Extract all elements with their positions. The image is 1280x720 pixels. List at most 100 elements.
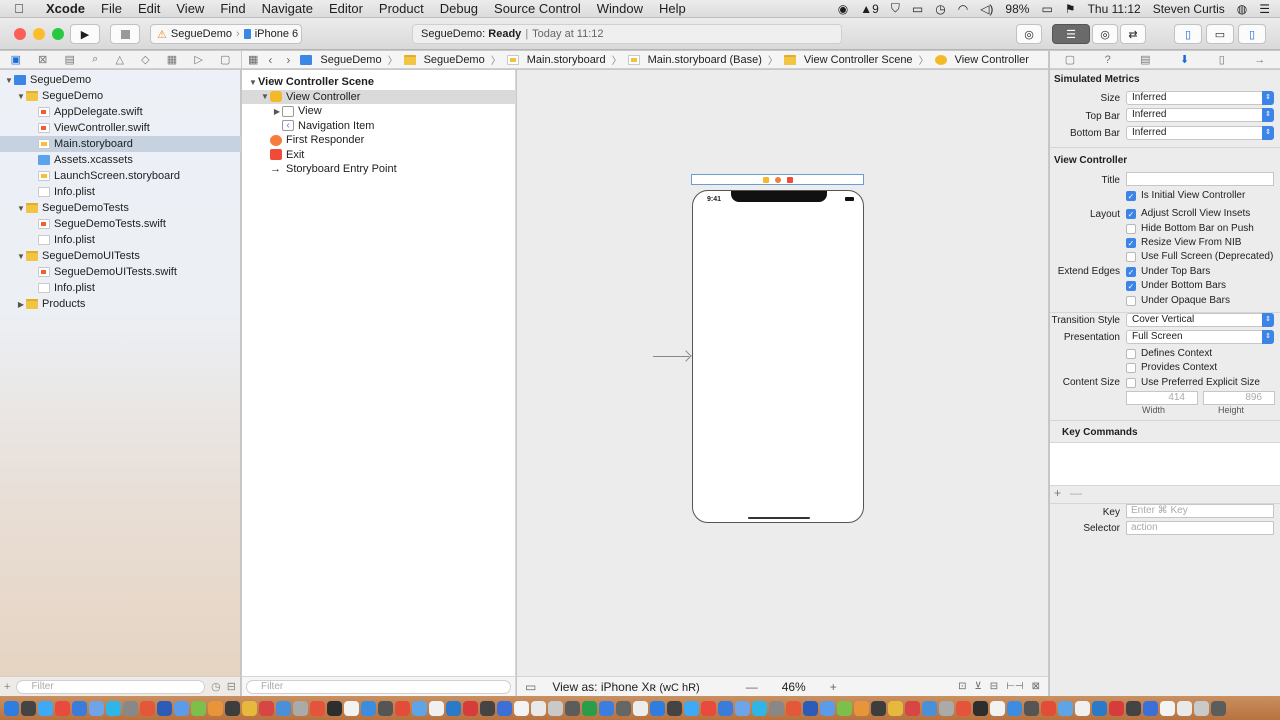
jump-item-group[interactable]: SegueDemo: [403, 54, 485, 66]
dock-app-icon[interactable]: [191, 700, 206, 716]
dock-app-icon[interactable]: [1143, 700, 1158, 716]
dock-app-icon[interactable]: [633, 700, 648, 716]
menu-app[interactable]: Xcode: [38, 1, 93, 16]
jump-item-project[interactable]: SegueDemo: [300, 54, 382, 66]
presentation-popup[interactable]: Full Screen ⇕: [1126, 330, 1274, 344]
navigator-row[interactable]: Info.plist: [0, 232, 241, 248]
dock-app-icon[interactable]: [293, 700, 308, 716]
navigator-row[interactable]: AppDelegate.swift: [0, 104, 241, 120]
menu-view[interactable]: View: [168, 1, 212, 16]
jump-item-scene[interactable]: View Controller Scene: [783, 54, 913, 66]
file-inspector-icon[interactable]: ▢: [1065, 53, 1075, 66]
dock-app-icon[interactable]: [548, 700, 563, 716]
menu-debug[interactable]: Debug: [432, 1, 486, 16]
chevron-down-icon[interactable]: ▼: [16, 92, 26, 101]
dock-app-icon[interactable]: [684, 700, 699, 716]
navigator-row[interactable]: Info.plist: [0, 184, 241, 200]
key-commands-table[interactable]: [1050, 442, 1280, 486]
zoom-level[interactable]: 46%: [782, 680, 806, 694]
attributes-icon[interactable]: ⬇: [1180, 53, 1189, 66]
view-controller-icon[interactable]: [762, 176, 769, 183]
dock-app-icon[interactable]: [1092, 700, 1107, 716]
minimize-window-button[interactable]: [33, 28, 45, 40]
breakpoint-icon[interactable]: ▷: [194, 53, 202, 66]
dock-app-icon[interactable]: [106, 700, 121, 716]
scheme-selector[interactable]: ⚠ SegueDemo › iPhone 6: [150, 24, 302, 44]
volume-icon[interactable]: ◁): [980, 2, 993, 16]
hide-bottom-bar-checkbox[interactable]: Hide Bottom Bar on Push: [1126, 223, 1254, 234]
menu-source-control[interactable]: Source Control: [486, 1, 589, 16]
navigator-row[interactable]: ▼ SegueDemoUITests: [0, 248, 241, 264]
stop-button[interactable]: [110, 24, 140, 44]
resolve-icon[interactable]: ⊠: [1032, 681, 1040, 692]
dock-app-icon[interactable]: [1211, 700, 1226, 716]
dock-app-icon[interactable]: [1041, 700, 1056, 716]
navigator-row[interactable]: Main.storyboard: [0, 136, 241, 152]
dock-app-icon[interactable]: [599, 700, 614, 716]
dock-app-icon[interactable]: [854, 700, 869, 716]
dock-app-icon[interactable]: [1177, 700, 1192, 716]
apple-icon[interactable]: : [0, 1, 38, 16]
dock-app-icon[interactable]: [1058, 700, 1073, 716]
warning-icon[interactable]: △: [115, 53, 123, 66]
add-key-command-button[interactable]: +: [1054, 486, 1061, 500]
transition-popup[interactable]: Cover Vertical ⇕: [1126, 313, 1274, 327]
dock-app-icon[interactable]: [939, 700, 954, 716]
source-control-icon[interactable]: ⊠: [38, 53, 47, 66]
clock[interactable]: Thu 11:12: [1088, 2, 1141, 16]
dock-app-icon[interactable]: [1024, 700, 1039, 716]
add-icon[interactable]: +: [4, 681, 10, 693]
align-icon[interactable]: ⊟: [990, 681, 998, 692]
dock-app-icon[interactable]: [157, 700, 172, 716]
dock-app-icon[interactable]: [956, 700, 971, 716]
dock-app-icon[interactable]: [667, 700, 682, 716]
dock-app-icon[interactable]: [225, 700, 240, 716]
chevron-right-icon[interactable]: ▶: [16, 300, 26, 309]
menu-product[interactable]: Product: [371, 1, 432, 16]
pin-icon[interactable]: ⊢⊣: [1006, 681, 1023, 692]
dock-app-icon[interactable]: [1194, 700, 1209, 716]
size-popup[interactable]: Inferred ⇕: [1126, 91, 1274, 105]
outline-filter-input[interactable]: Filter: [246, 679, 511, 694]
related-items-icon[interactable]: ▦: [248, 53, 258, 66]
dock-app-icon[interactable]: [55, 700, 70, 716]
dock-app-icon[interactable]: [752, 700, 767, 716]
dock-app-icon[interactable]: [38, 700, 53, 716]
dock-app-icon[interactable]: [565, 700, 580, 716]
outline-row[interactable]: Exit: [242, 148, 516, 162]
dock-app-icon[interactable]: [871, 700, 886, 716]
width-field[interactable]: 414: [1126, 391, 1198, 405]
menu-file[interactable]: File: [93, 1, 130, 16]
assistant-editor-button[interactable]: ◎: [1092, 24, 1118, 44]
storyboard-canvas[interactable]: 9:41: [517, 70, 1048, 676]
chevron-down-icon[interactable]: ▼: [4, 76, 14, 85]
toggle-inspector-button[interactable]: ▯: [1238, 24, 1266, 44]
full-screen-checkbox[interactable]: Use Full Screen (Deprecated): [1126, 251, 1273, 262]
under-top-bars-checkbox[interactable]: ✓ Under Top Bars: [1126, 266, 1210, 277]
remove-key-command-button[interactable]: —: [1070, 486, 1082, 500]
menu-find[interactable]: Find: [212, 1, 253, 16]
dock-app-icon[interactable]: [973, 700, 988, 716]
provides-context-checkbox[interactable]: Provides Context: [1126, 362, 1217, 373]
version-editor-button[interactable]: ⇄: [1120, 24, 1146, 44]
initial-vc-checkbox[interactable]: ✓ Is Initial View Controller: [1126, 190, 1245, 201]
iphone-view[interactable]: 9:41: [692, 190, 864, 523]
jump-item-view-controller[interactable]: View Controller: [934, 54, 1029, 66]
time-machine-icon[interactable]: ◷: [935, 2, 945, 16]
debug-icon[interactable]: ▦: [167, 53, 177, 66]
toggle-debug-button[interactable]: ▭: [1206, 24, 1234, 44]
topbar-popup[interactable]: Inferred ⇕: [1126, 108, 1274, 122]
height-field[interactable]: 896: [1203, 391, 1275, 405]
report-icon[interactable]: ▢: [220, 53, 230, 66]
dock-app-icon[interactable]: [480, 700, 495, 716]
title-field[interactable]: [1126, 172, 1274, 186]
dock-app-icon[interactable]: [769, 700, 784, 716]
dock-app-icon[interactable]: [429, 700, 444, 716]
dock-app-icon[interactable]: [1126, 700, 1141, 716]
dock-app-icon[interactable]: [531, 700, 546, 716]
dock-app-icon[interactable]: [259, 700, 274, 716]
wifi-icon[interactable]: ◠: [958, 2, 968, 16]
test-icon[interactable]: ◇: [141, 53, 149, 66]
scm-filter-icon[interactable]: ⊟: [227, 680, 236, 693]
dock-app-icon[interactable]: [497, 700, 512, 716]
